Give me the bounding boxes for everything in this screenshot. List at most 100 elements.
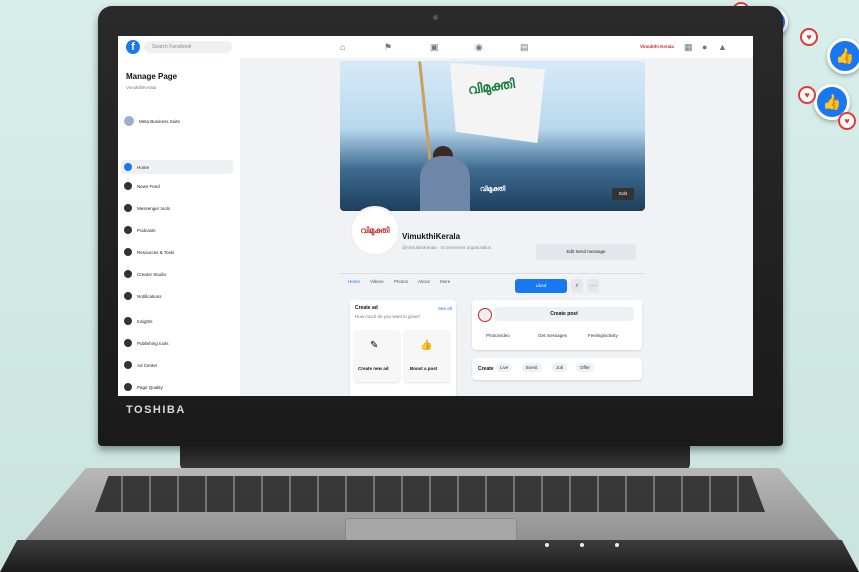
sidebar-item-label: Creator Studio: [137, 271, 167, 277]
facebook-logo-icon[interactable]: f: [126, 40, 140, 54]
webcam: [433, 15, 438, 20]
ad-icon: ✎: [370, 340, 379, 351]
status-led: [580, 543, 584, 547]
page-tabs: Home Videos Photos About More: [340, 273, 645, 292]
trackpad: [345, 518, 517, 542]
quality-icon: [124, 383, 132, 391]
photo-video-action[interactable]: Photo/video: [486, 333, 510, 338]
create-new-ad-label: Create new ad: [358, 366, 389, 371]
create-label: Create: [478, 366, 494, 372]
podcast-icon: [124, 226, 132, 234]
sidebar-item-label: Podcasts: [137, 227, 156, 233]
publishing-icon: [124, 339, 132, 347]
menu-icon[interactable]: ▦: [684, 42, 693, 53]
laptop-front-edge: [0, 540, 859, 572]
flag: [450, 63, 545, 143]
create-bar: Create Live Event Job Offer: [472, 358, 642, 380]
sidebar-item-creator-studio[interactable]: Creator Studio: [124, 270, 166, 278]
page-subtitle: @VimukthiKerala · Government organizatio…: [402, 245, 492, 250]
thumbs-up-icon: 👍: [420, 340, 433, 351]
status-led: [545, 543, 549, 547]
create-ad-description: How much do you want to grow?: [355, 314, 421, 319]
messenger-icon[interactable]: ●: [702, 42, 707, 52]
topbar-user[interactable]: Vimukthi Kerala: [640, 44, 674, 49]
laptop-screen: f Search Facebook ⌂ ⚑ ▣ ◉ ▤ Vimukthi Ker…: [118, 36, 753, 396]
keyboard: [95, 476, 765, 512]
sidebar-item-label: News Feed: [137, 183, 160, 189]
sidebar-item-resources-tools[interactable]: Resources & Tools: [124, 248, 174, 256]
sidebar-item-label: Page Quality: [137, 384, 163, 390]
groups-nav-icon[interactable]: ◉: [475, 42, 483, 53]
sidebar-item-label: Notifications: [137, 293, 162, 299]
insights-icon: [124, 317, 132, 325]
sidebar-item-insights[interactable]: Insights: [124, 317, 153, 325]
home-icon: [124, 163, 132, 171]
create-ad-see-all[interactable]: See all: [438, 306, 452, 311]
create-new-ad-option[interactable]: ✎ Create new ad: [354, 330, 400, 382]
page-main: വിമുക്തി വിമുക്തി Edit വിമുക്തി Vimukthi…: [240, 58, 753, 396]
get-messages-action[interactable]: Get messages: [538, 333, 567, 338]
create-post-card: Create post Photo/video Get messages Fee…: [472, 300, 642, 350]
live-chip[interactable]: Live: [496, 363, 513, 372]
tab-about[interactable]: About: [418, 279, 430, 284]
create-ad-card: Create ad See all How much do you want t…: [350, 300, 456, 396]
watch-nav-icon[interactable]: ▣: [430, 42, 439, 53]
gaming-nav-icon[interactable]: ▤: [520, 42, 529, 53]
like-bubble-icon: 👍: [827, 38, 859, 74]
resources-icon: [124, 248, 132, 256]
search-input[interactable]: Search Facebook: [144, 41, 232, 53]
sidebar-item-label: Home: [137, 164, 150, 170]
sidebar-item-label: Publishing tools: [137, 340, 169, 346]
tab-photos[interactable]: Photos: [394, 279, 408, 284]
status-led: [615, 543, 619, 547]
send-message-button[interactable]: Edit Send message: [536, 244, 636, 260]
page-avatar-small: [478, 308, 492, 322]
sidebar-item-label: Insights: [137, 318, 153, 324]
like-page-button[interactable]: Liked: [515, 279, 567, 293]
event-chip[interactable]: Event: [522, 363, 542, 372]
meta-icon: [124, 116, 134, 126]
more-options-button[interactable]: ···: [587, 279, 599, 293]
sidebar-item-messenger-tools[interactable]: Messenger tools: [124, 204, 170, 212]
person-body: [420, 156, 470, 211]
business-suite-item[interactable]: Meta Business Suite: [124, 116, 180, 126]
edit-cover-button[interactable]: Edit: [612, 188, 634, 200]
search-page-button[interactable]: ⌕: [571, 279, 583, 293]
heart-bubble-icon: ♥: [800, 28, 818, 46]
create-ad-title: Create ad: [355, 305, 378, 311]
sidebar-subtitle: VimukthiKerala: [126, 85, 157, 90]
boost-post-label: Boost a post: [410, 366, 438, 371]
messenger-icon: [124, 204, 132, 212]
laptop-hinge: [180, 446, 690, 470]
home-nav-icon[interactable]: ⌂: [340, 42, 345, 52]
sidebar-item-publishing-tools[interactable]: Publishing tools: [124, 339, 169, 347]
laptop-brand: TOSHIBA: [126, 404, 186, 416]
ad-icon: [124, 361, 132, 369]
sidebar-item-ad-center[interactable]: Ad Center: [124, 361, 157, 369]
pages-nav-icon[interactable]: ⚑: [384, 42, 392, 53]
notifications-icon[interactable]: ▲: [718, 42, 727, 52]
cover-photo: വിമുക്തി വിമുക്തി Edit: [340, 61, 645, 211]
feeling-activity-action[interactable]: Feeling/activity: [588, 333, 618, 338]
studio-icon: [124, 270, 132, 278]
sidebar-title: Manage Page: [126, 72, 178, 81]
page-name: VimukthiKerala: [402, 232, 461, 241]
boost-post-option[interactable]: 👍 Boost a post: [404, 330, 450, 382]
heart-bubble-icon: ♥: [798, 86, 816, 104]
sidebar-item-podcasts[interactable]: Podcasts: [124, 226, 156, 234]
tab-more[interactable]: More: [440, 279, 450, 284]
sidebar-item-label: Ad Center: [137, 362, 158, 368]
tab-home[interactable]: Home: [348, 279, 360, 284]
sidebar-item-news-feed[interactable]: News Feed: [124, 182, 160, 190]
offer-chip[interactable]: Offer: [576, 363, 594, 372]
sidebar-item-label: Messenger tools: [137, 205, 171, 211]
sidebar-item-notifications[interactable]: Notifications: [124, 292, 162, 300]
tab-videos[interactable]: Videos: [370, 279, 384, 284]
newsfeed-icon: [124, 182, 132, 190]
create-post-button[interactable]: Create post: [494, 307, 634, 321]
sidebar-item-home[interactable]: Home: [121, 160, 233, 174]
job-chip[interactable]: Job: [552, 363, 568, 372]
profile-picture[interactable]: വിമുക്തി: [350, 206, 400, 256]
manage-page-sidebar: Manage Page VimukthiKerala Meta Business…: [118, 58, 241, 396]
sidebar-item-page-quality[interactable]: Page Quality: [124, 383, 163, 391]
